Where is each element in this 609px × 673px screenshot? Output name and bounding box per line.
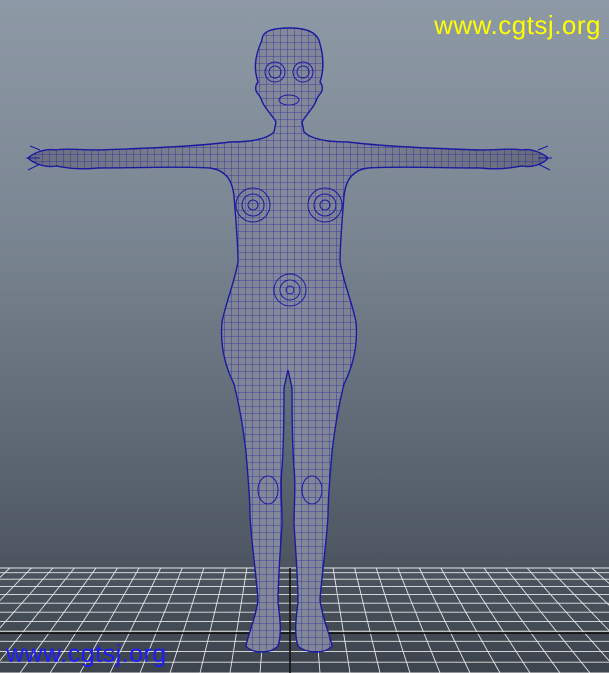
grid-line-v [462, 567, 531, 673]
grid-line-v [505, 567, 591, 673]
grid-line-v [169, 567, 205, 673]
grid-line-v [483, 567, 561, 673]
character-mesh[interactable] [26, 27, 552, 653]
watermark-bottom-left: www.cgtsj.org [6, 640, 167, 668]
mesh-wireframe [28, 28, 548, 652]
grid-line-v [332, 567, 351, 673]
grid-line-v [375, 567, 411, 673]
grid-line-v [569, 567, 609, 606]
grid-line-v [397, 567, 441, 673]
watermark-top-right: www.cgtsj.org [434, 10, 601, 40]
grid-line-v [440, 567, 501, 673]
3d-viewport[interactable]: www.cgtsj.org www.cgtsj.org [0, 0, 609, 673]
grid-line-v [526, 567, 609, 662]
viewport-scene [0, 27, 609, 673]
grid-line-v [418, 567, 471, 673]
grid-line-v [199, 567, 226, 673]
grid-line-v [548, 567, 609, 632]
grid-line-v [354, 567, 381, 673]
grid-line-v [229, 567, 248, 673]
